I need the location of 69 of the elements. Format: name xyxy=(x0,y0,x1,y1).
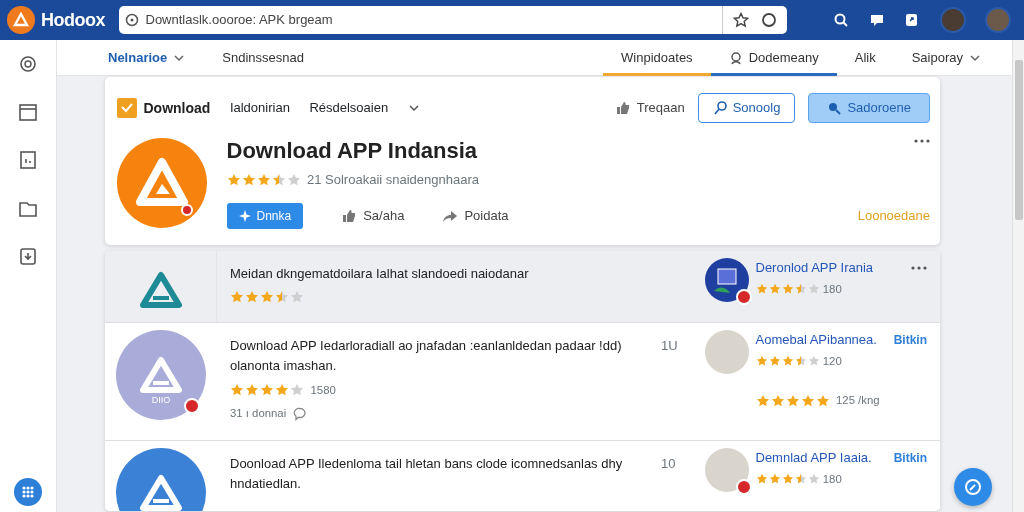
triangle-logo-icon xyxy=(139,472,183,512)
toolbar-tab[interactable]: Résdelsoaien xyxy=(309,98,389,118)
app-logo[interactable] xyxy=(6,6,35,34)
chevron-down-icon[interactable] xyxy=(407,102,420,114)
nav-tab[interactable]: Nelnarioe xyxy=(96,39,198,76)
rating-count: 120 xyxy=(822,353,842,369)
rating-count: 1580 xyxy=(310,382,336,398)
nav-tab[interactable]: Dodemeany xyxy=(710,39,837,76)
info-icon xyxy=(125,13,139,27)
apps-button[interactable] xyxy=(14,477,42,506)
sparkle-icon xyxy=(238,209,251,222)
comment-count: 31 ı donnai xyxy=(230,406,287,422)
like-button[interactable]: Treqaan xyxy=(614,98,685,118)
document-icon[interactable] xyxy=(17,149,39,171)
more-icon[interactable] xyxy=(911,264,927,271)
brand-name: Hodoox xyxy=(41,8,105,32)
download-icon[interactable] xyxy=(17,245,39,267)
search-button[interactable]: Sonoolg xyxy=(697,93,796,123)
result-text: Meidan dkngematdoilara Ialhat slandoedi naiodanar xyxy=(230,265,530,284)
nav-tab[interactable]: Sndinssesnad xyxy=(210,39,316,76)
install-button[interactable]: Dnnka xyxy=(226,202,304,229)
item-number: 10 xyxy=(661,456,676,472)
result-row[interactable]: DIIO Download APP Iedarloradiall ao jnafadan :eanlanldedan padaar !dd) olanonta imashan. 1580 31 ı donnai 1U Aomebal APibannea. Bitkin 120 125 /kng xyxy=(105,323,940,442)
calendar-icon[interactable] xyxy=(17,101,39,123)
more-icon[interactable] xyxy=(914,137,930,144)
rating-count: 180 xyxy=(822,471,842,487)
toolbar-tab[interactable]: Ialdonirian xyxy=(229,98,290,118)
grid-icon xyxy=(21,484,35,499)
related-title[interactable]: Demnlad APP Iaaia. xyxy=(755,447,872,468)
search-button[interactable]: Sadoroene xyxy=(808,93,930,123)
scrollbar[interactable] xyxy=(1012,40,1024,512)
rating-count: 180 xyxy=(822,281,842,297)
app-title: Download APP Indansia xyxy=(226,137,478,164)
comment-icon[interactable] xyxy=(292,407,307,421)
item-number: 1U xyxy=(661,338,678,354)
related-title[interactable]: Aomebal APibannea. xyxy=(755,329,877,350)
screen-drawing xyxy=(714,266,740,293)
tag-label: Bitkin xyxy=(893,449,927,467)
nav-tab[interactable]: Alik xyxy=(836,39,894,76)
rating-count: 125 /kng xyxy=(836,393,880,409)
rating-text: 21 Solroakaii snaidengnhaara xyxy=(307,171,479,190)
chat-icon[interactable] xyxy=(868,12,885,28)
nav-tab[interactable]: Winpidoates xyxy=(603,39,711,76)
result-text: Doonload APP Iledenloma tail hletan bans clode icomnedsanlas dhy hndatiedlan. xyxy=(230,455,624,493)
share-button[interactable]: Poidata xyxy=(442,206,509,226)
download-logo-icon xyxy=(117,98,137,118)
like-button[interactable]: Sa/aha xyxy=(341,206,405,226)
chat-button[interactable] xyxy=(954,468,992,506)
search-icon[interactable] xyxy=(833,12,849,28)
star-icon[interactable] xyxy=(732,12,749,28)
result-row[interactable]: Meidan dkngematdoilara Ialhat slandoedi naiodanar Deronlod APP Irania 180 xyxy=(105,251,940,324)
gear-icon[interactable] xyxy=(17,53,39,75)
thumbs-up-icon xyxy=(341,207,358,224)
result-row[interactable]: Doonload APP Iledenloma tail hletan bans clode icomnedsanlas dhy hndatiedlan. 10 Demnlad APP Iaaia. Bitkin 180 xyxy=(105,441,940,512)
thumbs-up-icon xyxy=(614,100,631,116)
related-title[interactable]: Deronlod APP Irania xyxy=(755,257,874,278)
search-icon xyxy=(712,101,727,115)
section-title: Download xyxy=(143,98,211,118)
circle-icon[interactable] xyxy=(760,12,777,28)
address-bar[interactable]: Downtlaslk.oooroe: APK brgeam xyxy=(118,6,787,34)
address-text: Downtlaslk.oooroe: APK brgeam xyxy=(145,11,334,30)
triangle-logo-icon xyxy=(12,12,29,28)
tag-label: Bitkin xyxy=(893,331,927,349)
result-text: Download APP Iedarloradiall ao jnafadan :eanlanldedan padaar !dd) olanonta imashan. xyxy=(230,337,623,375)
nav-tab[interactable]: Saiporay xyxy=(893,39,999,76)
icon-label: DIIO xyxy=(151,394,171,408)
triangle-logo-icon xyxy=(138,270,183,311)
share-icon[interactable] xyxy=(904,12,920,28)
search-icon xyxy=(827,101,842,115)
